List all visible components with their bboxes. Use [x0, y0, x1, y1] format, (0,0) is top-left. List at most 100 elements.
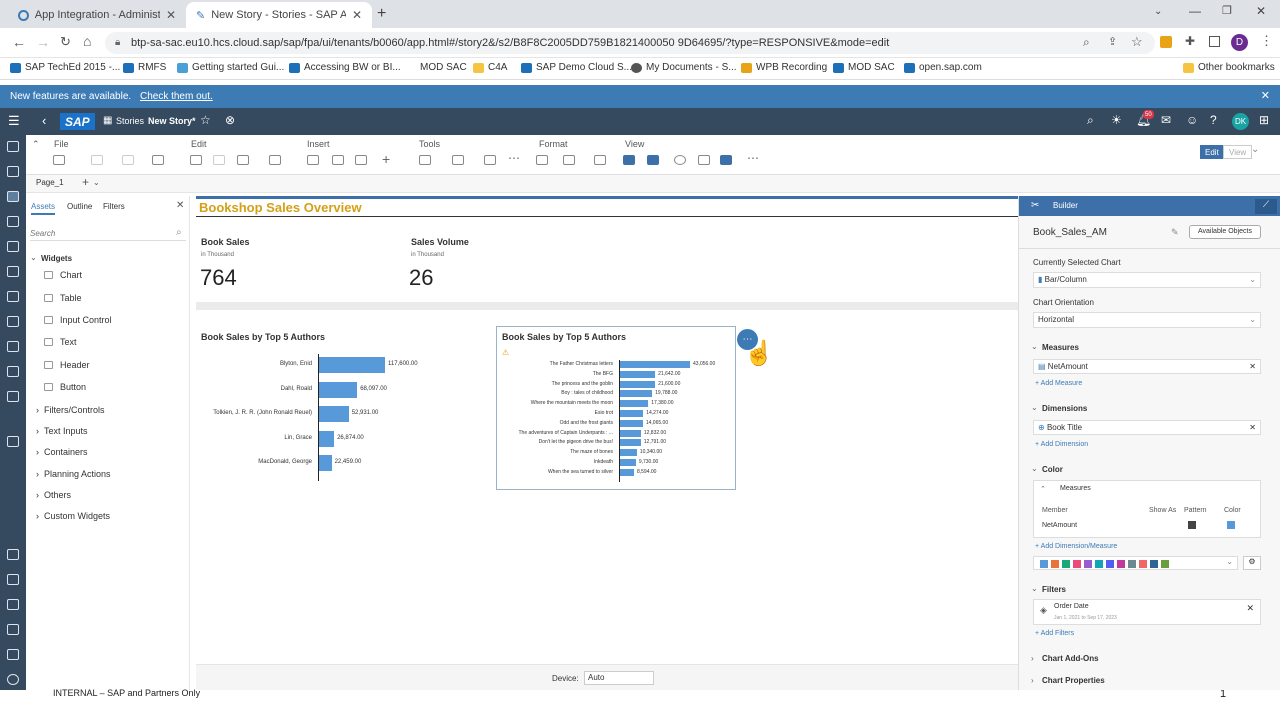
more-view-icon[interactable]: ⋯: [747, 151, 759, 165]
page-title[interactable]: Bookshop Sales Overview: [199, 200, 362, 215]
left-panel-toggle-icon[interactable]: [623, 155, 635, 165]
collapse-dimensions-icon[interactable]: ⌄: [1031, 403, 1038, 412]
bookmark-item[interactable]: Getting started Gui...: [177, 62, 284, 73]
book-title-sales-chart[interactable]: The Father Christmas letters 43,056.00 The…: [497, 360, 735, 482]
insert-add-icon[interactable]: +: [382, 151, 390, 167]
chart-type-select[interactable]: ▮ Bar/Column ⌄: [1033, 272, 1261, 288]
chart-bar[interactable]: [319, 381, 358, 398]
asset-search-input[interactable]: [30, 227, 186, 241]
ai-nav-icon[interactable]: [7, 649, 19, 660]
collapse-color-icon[interactable]: ⌄: [1031, 464, 1038, 473]
add-measure-link[interactable]: + Add Measure: [1035, 380, 1082, 387]
data-analyzer-nav-icon[interactable]: [7, 291, 19, 302]
chart-bar[interactable]: [620, 459, 636, 466]
save-icon[interactable]: [53, 155, 65, 165]
warning-icon[interactable]: ⚠: [502, 348, 509, 357]
home-icon[interactable]: ⌂: [83, 33, 91, 49]
chart-bar[interactable]: [620, 370, 656, 378]
widget-button[interactable]: Button: [44, 382, 86, 392]
stories-nav-icon[interactable]: [7, 191, 19, 202]
group-planning-actions[interactable]: › Planning Actions: [36, 469, 111, 479]
collapse-color-measures-icon[interactable]: ⌃: [1040, 485, 1046, 493]
bookmark-item[interactable]: Accessing BW or BI...: [289, 62, 401, 73]
chart-bar[interactable]: [319, 430, 335, 447]
chart-bar[interactable]: [620, 439, 641, 447]
edit-mode-button[interactable]: Edit: [1200, 145, 1224, 159]
widget-input-control[interactable]: Input Control: [44, 315, 112, 325]
chart-title[interactable]: Book Sales by Top 5 Authors: [201, 332, 325, 342]
widget-chart[interactable]: Chart: [44, 270, 82, 280]
script-icon[interactable]: [452, 155, 464, 165]
deployment-nav-icon[interactable]: [7, 574, 19, 585]
chart-bar[interactable]: [620, 390, 653, 398]
bookmark-item[interactable]: My Documents - S...: [631, 62, 737, 73]
restore-icon[interactable]: ❐: [1222, 4, 1232, 17]
chart-bar[interactable]: [620, 380, 656, 388]
banner-link[interactable]: Check them out.: [140, 91, 213, 102]
tab-filters[interactable]: Filters: [103, 202, 125, 211]
view-mode-button[interactable]: View: [1223, 145, 1253, 159]
filter-icon[interactable]: [698, 155, 710, 165]
right-panel-toggle-icon[interactable]: [647, 155, 659, 165]
expand-widgets-icon[interactable]: ⌄: [30, 253, 37, 262]
insert-table-icon[interactable]: [332, 155, 344, 165]
group-text-inputs[interactable]: › Text Inputs: [36, 426, 88, 436]
user-avatar[interactable]: DK: [1232, 113, 1249, 130]
expand-properties-icon[interactable]: ›: [1031, 676, 1034, 685]
group-containers[interactable]: › Containers: [36, 447, 88, 457]
kpi-value[interactable]: 764: [200, 265, 237, 291]
chart-bar[interactable]: [319, 406, 349, 422]
help-icon[interactable]: ?: [1210, 113, 1217, 127]
available-objects-button[interactable]: Available Objects: [1189, 225, 1261, 239]
group-custom-widgets[interactable]: › Custom Widgets: [36, 511, 110, 521]
predictive-nav-icon[interactable]: [7, 366, 19, 377]
chart-title[interactable]: Book Sales by Top 5 Authors: [502, 332, 626, 342]
chart-bar[interactable]: [620, 449, 637, 457]
add-dimension-link[interactable]: + Add Dimension: [1035, 441, 1088, 448]
browser-tab[interactable]: App Integration - Administration ✕: [8, 2, 186, 28]
back-icon[interactable]: ←: [12, 34, 26, 50]
selected-chart-frame[interactable]: Book Sales by Top 5 Authors ⚠ The Father…: [496, 326, 736, 490]
copy-icon[interactable]: [91, 155, 103, 165]
color-swatch[interactable]: [1227, 521, 1235, 529]
kpi-value[interactable]: 26: [409, 265, 433, 291]
format-icon[interactable]: [536, 155, 548, 165]
bookmark-item[interactable]: MOD SAC: [420, 62, 467, 73]
copy-format-icon[interactable]: [269, 155, 281, 165]
theme-icon[interactable]: [594, 155, 606, 165]
forward-icon[interactable]: →: [36, 34, 50, 50]
tab-assets[interactable]: Assets: [31, 202, 56, 215]
brush-icon[interactable]: [152, 155, 164, 165]
orientation-select[interactable]: Horizontal ⌄: [1033, 312, 1261, 328]
minimize-icon[interactable]: —: [1189, 4, 1201, 18]
add-filters-link[interactable]: + Add Filters: [1035, 630, 1074, 637]
more-tools-icon[interactable]: ⋯: [508, 151, 520, 165]
bookmark-item[interactable]: MOD SAC: [833, 62, 895, 73]
bookmark-item[interactable]: SAP TechEd 2015 -...: [10, 62, 120, 73]
refresh-icon[interactable]: [237, 155, 249, 165]
bookmark-item[interactable]: RMFS: [123, 62, 166, 73]
remove-dimension-icon[interactable]: ✕: [1249, 421, 1256, 435]
digital-boardroom-nav-icon[interactable]: [7, 241, 19, 252]
chart-bar[interactable]: [620, 361, 690, 368]
tools-icon[interactable]: [419, 155, 431, 165]
collapse-filters-icon[interactable]: ⌄: [1031, 584, 1038, 593]
measure-token[interactable]: ▤ NetAmount ✕: [1033, 359, 1261, 374]
widget-table[interactable]: Table: [44, 293, 82, 303]
browser-tab-active[interactable]: ✎ New Story - Stories - SAP Analyt ✕: [186, 2, 372, 28]
analytic-app-nav-icon[interactable]: [7, 216, 19, 227]
add-page-icon[interactable]: +: [82, 175, 89, 189]
zoom-search-icon[interactable]: ⌕: [1083, 35, 1090, 50]
search-icon[interactable]: ⌕: [1087, 113, 1094, 128]
connections-nav-icon[interactable]: [7, 391, 19, 402]
bookmark-item[interactable]: C4A: [473, 62, 507, 73]
close-tab-icon[interactable]: ✕: [352, 8, 362, 22]
info-icon[interactable]: [674, 155, 686, 165]
widget-text[interactable]: Text: [44, 337, 77, 347]
chat-icon[interactable]: ✉: [1161, 113, 1171, 127]
catalog-nav-icon[interactable]: [7, 436, 19, 447]
designer-icon[interactable]: [720, 155, 732, 165]
add-dimension-measure-link[interactable]: + Add Dimension/Measure: [1035, 543, 1117, 550]
files-nav-icon[interactable]: [7, 166, 19, 177]
close-tab-icon[interactable]: ✕: [166, 8, 176, 22]
